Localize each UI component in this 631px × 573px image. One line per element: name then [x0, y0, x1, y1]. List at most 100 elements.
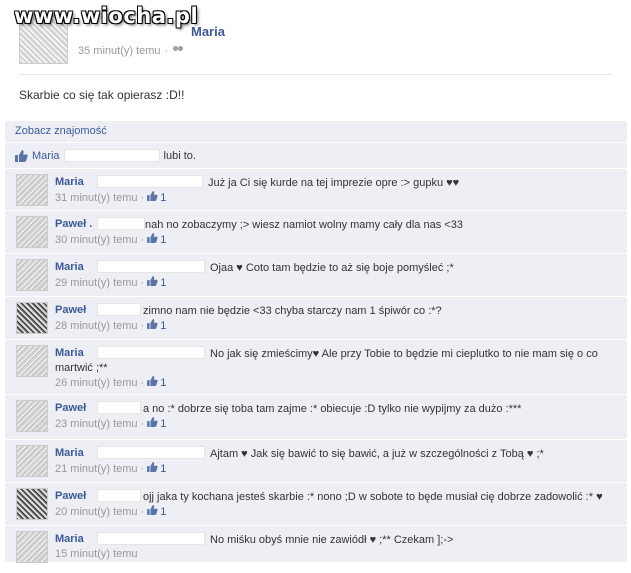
- comment-row: Paweł a no :* dobrze się toba tam zajme :…: [5, 395, 627, 440]
- thumbs-up-icon: [147, 276, 158, 289]
- comment-text: a no :* dobrze się toba tam zajme :* obi…: [143, 403, 522, 415]
- like-count-number: 1: [160, 462, 167, 475]
- meta-separator: ·: [140, 319, 145, 332]
- comment-row: Paweł ojj jaka ty kochana jesteś skarbie …: [5, 483, 627, 526]
- like-count-number: 1: [160, 276, 167, 289]
- redaction-box: [97, 260, 205, 273]
- comment-like-count[interactable]: 1: [147, 462, 166, 475]
- thumbs-up-icon: [147, 505, 158, 518]
- comment-text: ojj jaka ty kochana jesteś skarbie :* no…: [143, 491, 603, 503]
- commenter-name-link[interactable]: Maria: [55, 347, 84, 359]
- meta-separator: ·: [140, 276, 145, 289]
- like-count-number: 1: [160, 319, 167, 332]
- redaction-box: [97, 303, 141, 316]
- comment-text: No jak się zmieścimy♥ Ale przy Tobie to …: [210, 348, 598, 360]
- comment-meta: 20 minut(y) temu · 1: [55, 505, 166, 518]
- commenter-avatar[interactable]: [16, 302, 48, 334]
- commenter-name-link[interactable]: Maria: [55, 447, 84, 459]
- friends-audience-icon[interactable]: [172, 46, 184, 56]
- comment-row: Maria Już ja Ci się kurde na tej imprezie…: [5, 169, 627, 211]
- comment-meta: 30 minut(y) temu · 1: [55, 233, 166, 246]
- comment-meta: 21 minut(y) temu · 1: [55, 462, 166, 475]
- comment-row: Paweł . nah no zobaczymy ;> wiesz namiot …: [5, 211, 627, 254]
- comment-text: Ajtam ♥ Jak się bawić to się bawić, a ju…: [210, 448, 544, 460]
- commenter-name-link[interactable]: Paweł: [55, 304, 86, 316]
- meta-separator: ·: [140, 376, 145, 389]
- like-count-number: 1: [160, 417, 167, 430]
- comment-text: zimno nam nie będzie <33 chyba starczy n…: [143, 305, 442, 317]
- commenter-name-link[interactable]: Paweł: [55, 402, 86, 414]
- commenter-avatar[interactable]: [16, 400, 48, 432]
- commenter-name-link[interactable]: Paweł .: [55, 218, 92, 230]
- meta-separator: ·: [140, 417, 145, 430]
- likes-user-link[interactable]: Maria: [32, 150, 60, 162]
- commenter-name-link[interactable]: Maria: [55, 261, 84, 273]
- post-meta: 35 minut(y) temu ·: [78, 45, 184, 57]
- like-count-number: 1: [160, 233, 167, 246]
- like-count-number: 1: [160, 505, 167, 518]
- feedback-panel: Zobacz znajomość Maria lubi to. Maria Już…: [5, 121, 627, 563]
- comment-meta: 31 minut(y) temu · 1: [55, 191, 166, 204]
- comment-like-count[interactable]: 1: [147, 233, 166, 246]
- likes-suffix: lubi to.: [163, 149, 196, 162]
- comment-like-count[interactable]: 1: [147, 319, 166, 332]
- commenter-avatar[interactable]: [16, 488, 48, 520]
- likes-row: Maria lubi to.: [5, 143, 627, 169]
- comment-text-continued: martwić ;**: [55, 362, 108, 374]
- comment-timestamp[interactable]: 29 minut(y) temu: [55, 277, 138, 289]
- redaction-box: [97, 489, 141, 502]
- meta-separator: ·: [140, 505, 145, 518]
- meta-separator: ·: [164, 45, 169, 57]
- like-count-number: 1: [160, 191, 167, 204]
- commenter-name-link[interactable]: Maria: [55, 176, 84, 188]
- comment-meta: 23 minut(y) temu · 1: [55, 417, 166, 430]
- comment-timestamp[interactable]: 20 minut(y) temu: [55, 506, 138, 518]
- post-timestamp[interactable]: 35 minut(y) temu: [78, 45, 161, 57]
- comment-text: No miśku obyś mnie nie zawiódł ♥ ;** Cze…: [210, 534, 454, 546]
- meta-separator: ·: [140, 233, 145, 246]
- commenter-avatar[interactable]: [16, 216, 48, 248]
- thumbs-up-icon: [147, 462, 158, 475]
- comment-text: nah no zobaczymy ;> wiesz namiot wolny m…: [145, 219, 463, 231]
- redaction-box: [97, 532, 205, 545]
- comment-meta: 15 minut(y) temu: [55, 548, 138, 560]
- comment-timestamp[interactable]: 31 minut(y) temu: [55, 192, 138, 204]
- comment-like-count[interactable]: 1: [147, 276, 166, 289]
- comment-timestamp[interactable]: 30 minut(y) temu: [55, 234, 138, 246]
- comment-text: Już ja Ci się kurde na tej imprezie opre…: [208, 177, 460, 189]
- commenter-avatar[interactable]: [16, 174, 48, 206]
- comment-timestamp[interactable]: 28 minut(y) temu: [55, 320, 138, 332]
- redaction-box: [63, 149, 160, 162]
- comment-timestamp[interactable]: 26 minut(y) temu: [55, 377, 138, 389]
- commenter-avatar[interactable]: [16, 259, 48, 291]
- commenter-avatar[interactable]: [16, 531, 48, 563]
- comment-like-count[interactable]: 1: [147, 417, 166, 430]
- commenter-avatar[interactable]: [16, 345, 48, 377]
- comment-like-count[interactable]: 1: [147, 191, 166, 204]
- commenter-name-link[interactable]: Maria: [55, 533, 84, 545]
- redaction-box: [97, 175, 203, 188]
- thumbs-up-icon: [147, 191, 158, 204]
- see-friendship-link[interactable]: Zobacz znajomość: [15, 125, 107, 137]
- redaction-box: [97, 217, 145, 230]
- watermark-logo: www.wiocha.pl: [14, 4, 199, 28]
- meta-separator: ·: [140, 191, 145, 204]
- comment-row: Maria No jak się zmieścimy♥ Ale przy Tobi…: [5, 340, 627, 395]
- like-count-number: 1: [160, 376, 167, 389]
- commenter-name-link[interactable]: Paweł: [55, 490, 86, 502]
- thumbs-up-icon: [147, 233, 158, 246]
- comment-meta: 29 minut(y) temu · 1: [55, 276, 166, 289]
- thumbs-up-icon: [147, 319, 158, 332]
- comment-timestamp[interactable]: 23 minut(y) temu: [55, 418, 138, 430]
- comment-timestamp[interactable]: 21 minut(y) temu: [55, 463, 138, 475]
- comment-row: Maria Ojaa ♥ Coto tam będzie to aż się bo…: [5, 254, 627, 297]
- see-friendship-row: Zobacz znajomość: [5, 121, 627, 143]
- comment-list: Maria Już ja Ci się kurde na tej imprezie…: [5, 169, 627, 563]
- comment-text: Ojaa ♥ Coto tam będzie to aż się boje po…: [210, 262, 454, 274]
- comment-like-count[interactable]: 1: [147, 376, 166, 389]
- redaction-box: [97, 446, 205, 459]
- comment-like-count[interactable]: 1: [147, 505, 166, 518]
- thumbs-up-icon: [147, 376, 158, 389]
- comment-timestamp[interactable]: 15 minut(y) temu: [55, 548, 138, 560]
- commenter-avatar[interactable]: [16, 445, 48, 477]
